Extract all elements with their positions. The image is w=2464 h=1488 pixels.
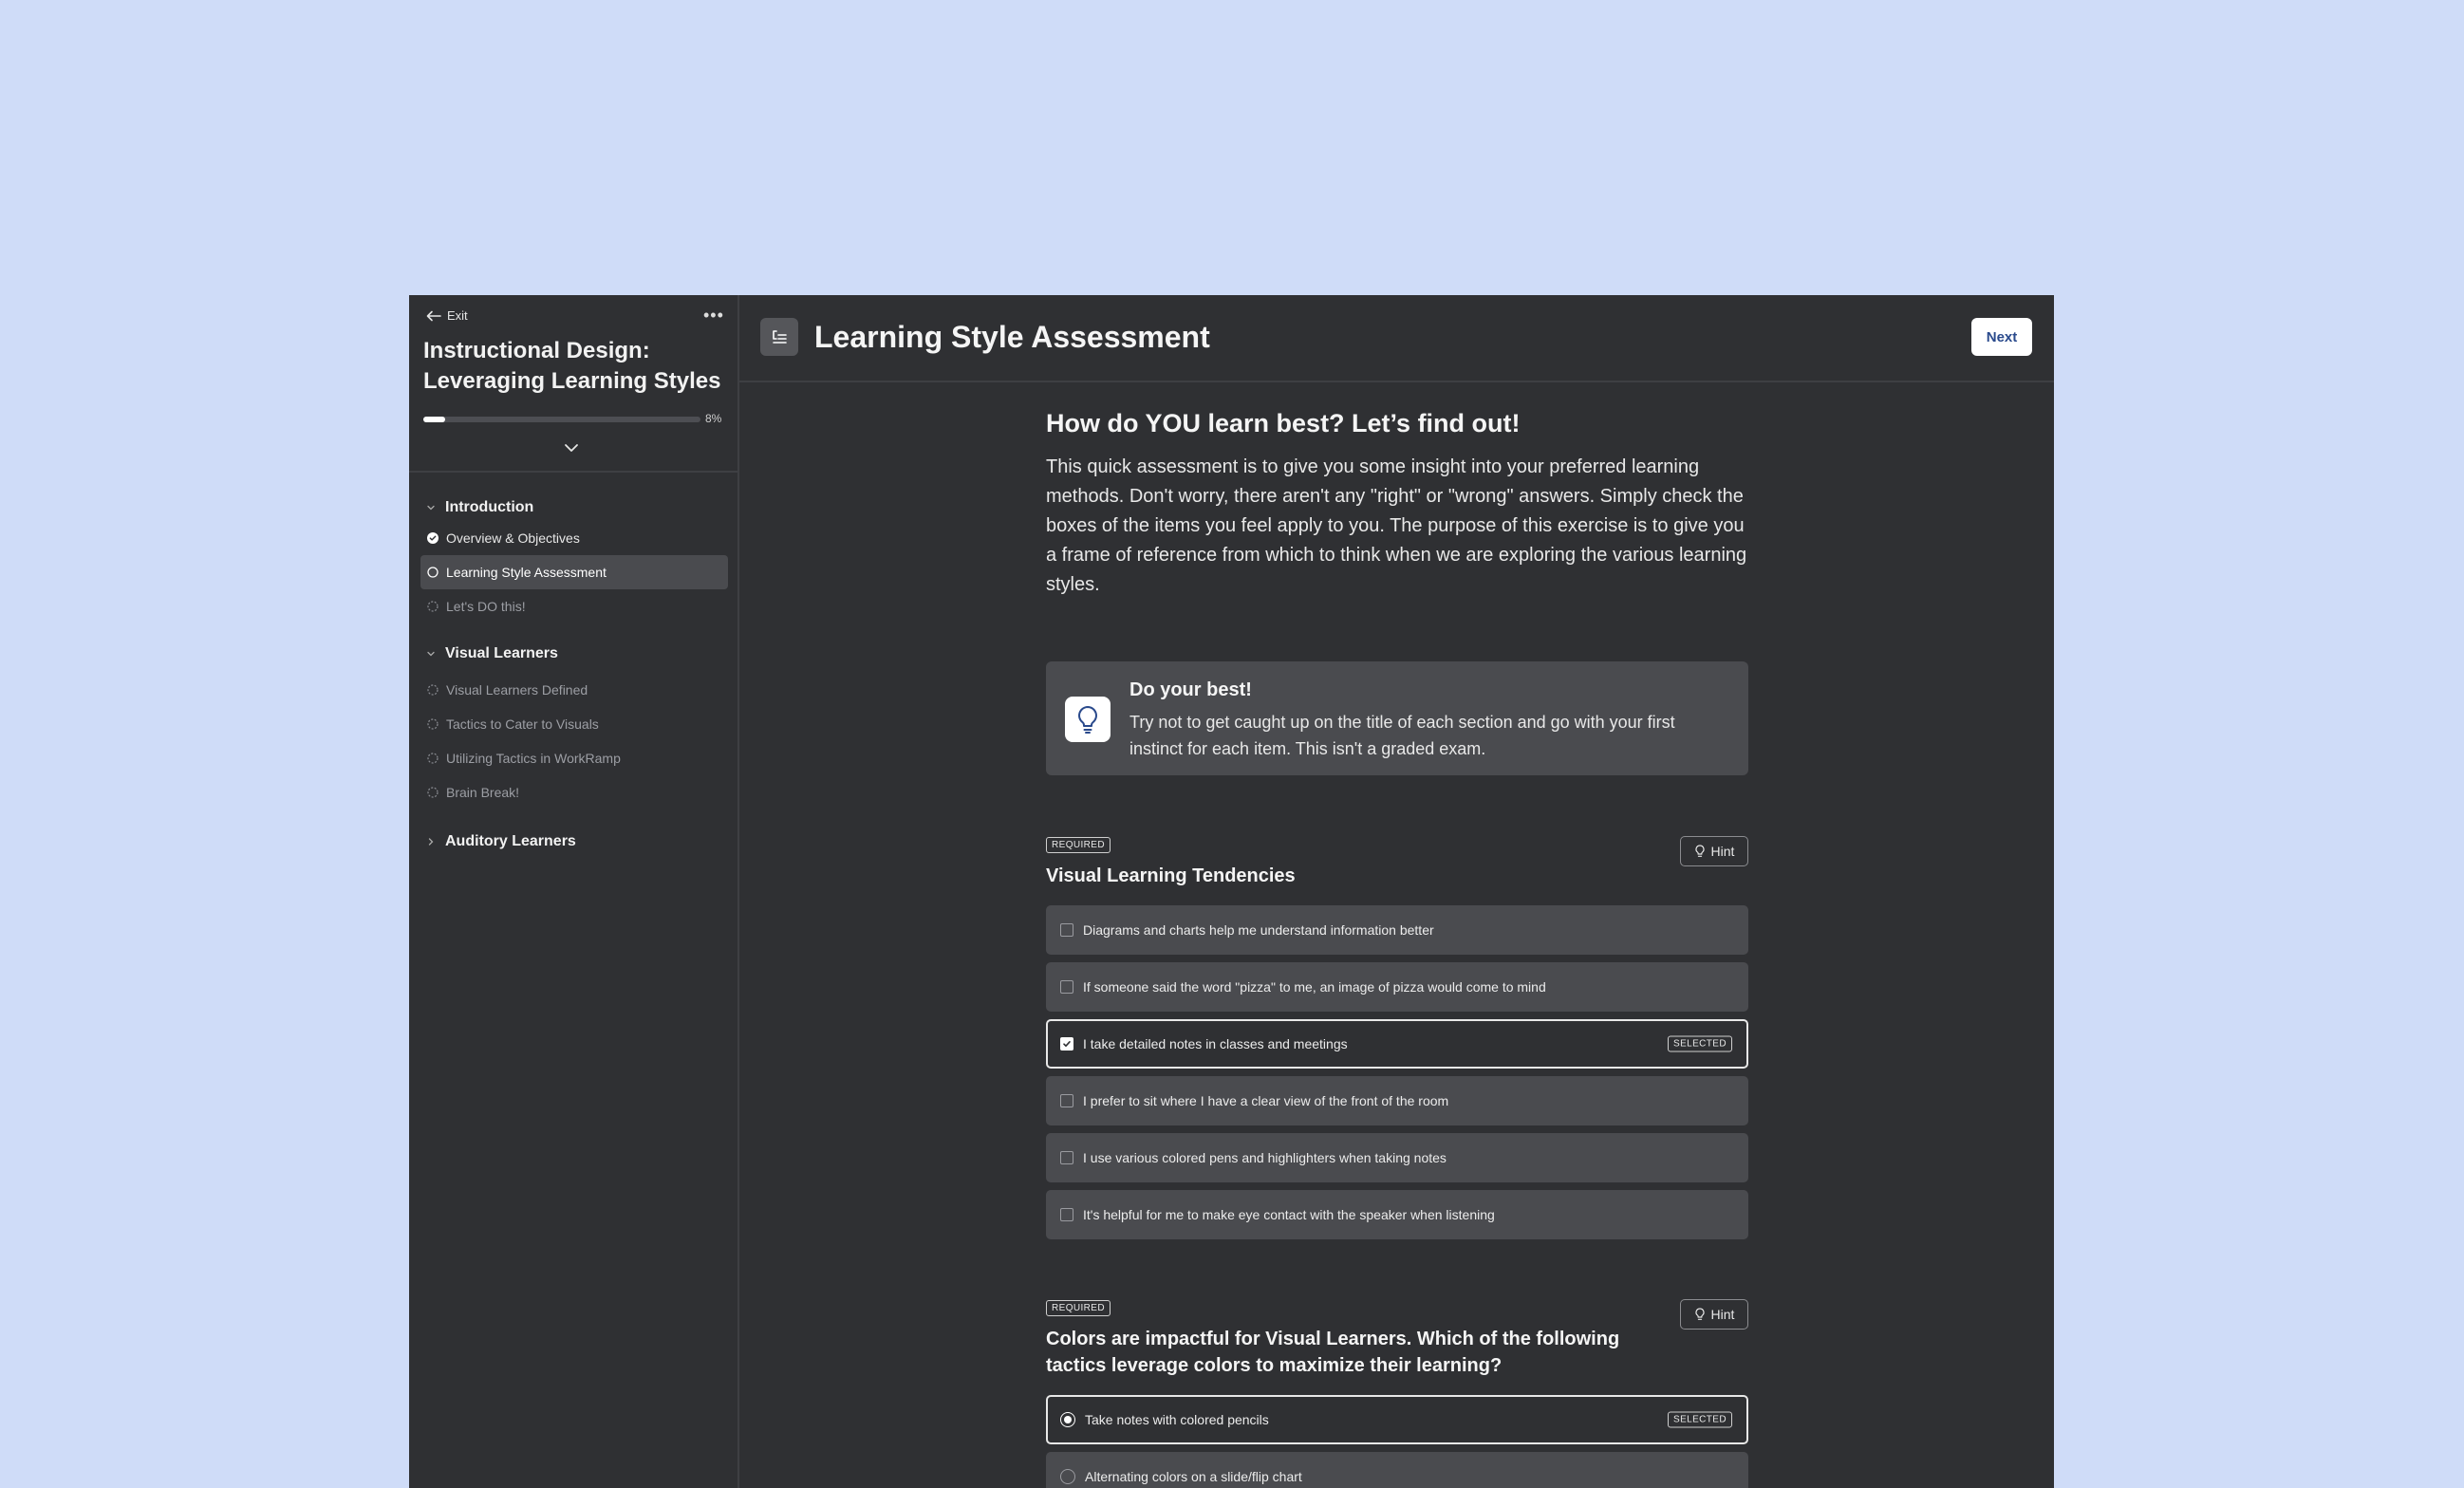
lesson-label: Utilizing Tactics in WorkRamp [446, 751, 621, 766]
checkbox[interactable] [1060, 923, 1073, 937]
section-title: Auditory Learners [445, 833, 576, 849]
not-started-circle-icon [427, 787, 439, 798]
lesson-label: Overview & Objectives [446, 530, 580, 546]
arrow-left-icon [426, 310, 441, 321]
lesson-label: Learning Style Assessment [446, 565, 607, 580]
sidebar-divider [409, 471, 737, 473]
option-label: Take notes with colored pencils [1085, 1412, 1269, 1427]
tip-callout: Do your best! Try not to get caught up o… [1046, 661, 1748, 775]
more-options-icon[interactable]: ••• [703, 306, 724, 326]
checkbox-option[interactable]: I prefer to sit where I have a clear vie… [1046, 1076, 1748, 1125]
lesson-visual-learners-defined[interactable]: Visual Learners Defined [420, 673, 728, 707]
checkbox-option[interactable]: Diagrams and charts help me understand i… [1046, 905, 1748, 955]
selected-badge: SELECTED [1668, 1035, 1732, 1052]
intro-heading: How do YOU learn best? Let’s find out! [1046, 409, 1521, 437]
section-introduction[interactable]: Introduction [426, 499, 533, 516]
lesson-tactics-cater-visuals[interactable]: Tactics to Cater to Visuals [420, 707, 728, 741]
exit-button[interactable]: Exit [426, 308, 468, 323]
question-title: Colors are impactful for Visual Learners… [1046, 1329, 1620, 1376]
page-title: Learning Style Assessment [814, 320, 1210, 354]
chevron-right-icon [428, 838, 434, 846]
section-title: Visual Learners [445, 645, 558, 661]
required-badge: REQUIRED [1046, 837, 1111, 853]
checkbox-option[interactable]: It's helpful for me to make eye contact … [1046, 1190, 1748, 1239]
lesson-overview-objectives[interactable]: Overview & Objectives [420, 521, 728, 555]
course-progress-label: 8% [705, 412, 722, 425]
intro-paragraph: This quick assessment is to give you som… [1046, 456, 1747, 595]
not-started-circle-icon [427, 718, 439, 730]
course-title: Instructional Design: Leveraging Learnin… [423, 338, 721, 394]
checkbox[interactable] [1060, 1208, 1073, 1221]
lesson-label: Visual Learners Defined [446, 682, 588, 698]
checkbox[interactable] [1060, 980, 1073, 994]
option-label: Diagrams and charts help me understand i… [1083, 922, 1434, 938]
checkbox-option[interactable]: I use various colored pens and highlight… [1046, 1133, 1748, 1182]
checkbox-checked[interactable] [1060, 1037, 1073, 1051]
exit-label: Exit [447, 308, 468, 323]
required-badge: REQUIRED [1046, 1300, 1111, 1316]
chevron-down-icon [427, 651, 435, 657]
not-started-circle-icon [427, 684, 439, 696]
app-window: Exit ••• Instructional Design: Leveragin… [409, 295, 2054, 1488]
lightbulb-icon [1065, 697, 1111, 742]
callout-title: Do your best! [1129, 679, 1252, 700]
not-started-circle-icon [427, 601, 439, 612]
lesson-label: Tactics to Cater to Visuals [446, 716, 599, 732]
radio-button-selected[interactable] [1060, 1412, 1075, 1427]
checkbox-option[interactable]: If someone said the word "pizza" to me, … [1046, 962, 1748, 1012]
checkbox[interactable] [1060, 1151, 1073, 1164]
lesson-header: Learning Style Assessment Next [738, 295, 2054, 382]
course-progress-bar [423, 417, 700, 422]
outline-toggle-button[interactable] [760, 318, 798, 356]
hint-label: Hint [1710, 844, 1735, 859]
next-button[interactable]: Next [1971, 318, 2032, 356]
selected-badge: SELECTED [1668, 1411, 1732, 1428]
radio-option[interactable]: Alternating colors on a slide/flip chart [1046, 1452, 1748, 1488]
checkbox[interactable] [1060, 1094, 1073, 1107]
in-progress-circle-icon [427, 567, 439, 578]
chevron-down-icon[interactable] [562, 441, 581, 455]
checkmark-icon [1063, 1041, 1071, 1047]
radio-button[interactable] [1060, 1469, 1075, 1484]
course-sidebar: Exit ••• Instructional Design: Leveragin… [409, 295, 739, 1488]
section-title: Introduction [445, 499, 534, 515]
chevron-down-icon [427, 505, 435, 511]
callout-text: Try not to get caught up on the title of… [1129, 713, 1675, 758]
check-circle-icon [427, 532, 439, 544]
lesson-lets-do-this[interactable]: Let's DO this! [420, 589, 728, 623]
lesson-label: Let's DO this! [446, 599, 526, 614]
option-label: It's helpful for me to make eye contact … [1083, 1207, 1495, 1222]
radio-option-selected[interactable]: Take notes with colored pencils SELECTED [1046, 1395, 1748, 1444]
option-label: If someone said the word "pizza" to me, … [1083, 979, 1546, 995]
lesson-label: Brain Break! [446, 785, 520, 800]
section-auditory-learners[interactable]: Auditory Learners [426, 833, 576, 850]
option-label: I prefer to sit where I have a clear vie… [1083, 1093, 1449, 1108]
hint-button[interactable]: Hint [1680, 1299, 1748, 1330]
lesson-utilizing-tactics-workramp[interactable]: Utilizing Tactics in WorkRamp [420, 741, 728, 775]
option-label: I take detailed notes in classes and mee… [1083, 1036, 1348, 1051]
course-progress-fill [423, 417, 446, 422]
lightbulb-icon [1694, 845, 1705, 857]
lightbulb-icon [1694, 1308, 1705, 1320]
lesson-learning-style-assessment[interactable]: Learning Style Assessment [420, 555, 728, 589]
option-label: I use various colored pens and highlight… [1083, 1150, 1447, 1165]
outline-list-icon [773, 330, 787, 344]
question-title: Visual Learning Tendencies [1046, 865, 1296, 886]
hint-label: Hint [1710, 1307, 1735, 1322]
option-label: Alternating colors on a slide/flip chart [1085, 1469, 1302, 1484]
not-started-circle-icon [427, 753, 439, 764]
lesson-brain-break[interactable]: Brain Break! [420, 775, 728, 809]
hint-button[interactable]: Hint [1680, 836, 1748, 866]
checkbox-option-selected[interactable]: I take detailed notes in classes and mee… [1046, 1019, 1748, 1069]
section-visual-learners[interactable]: Visual Learners [426, 645, 558, 662]
